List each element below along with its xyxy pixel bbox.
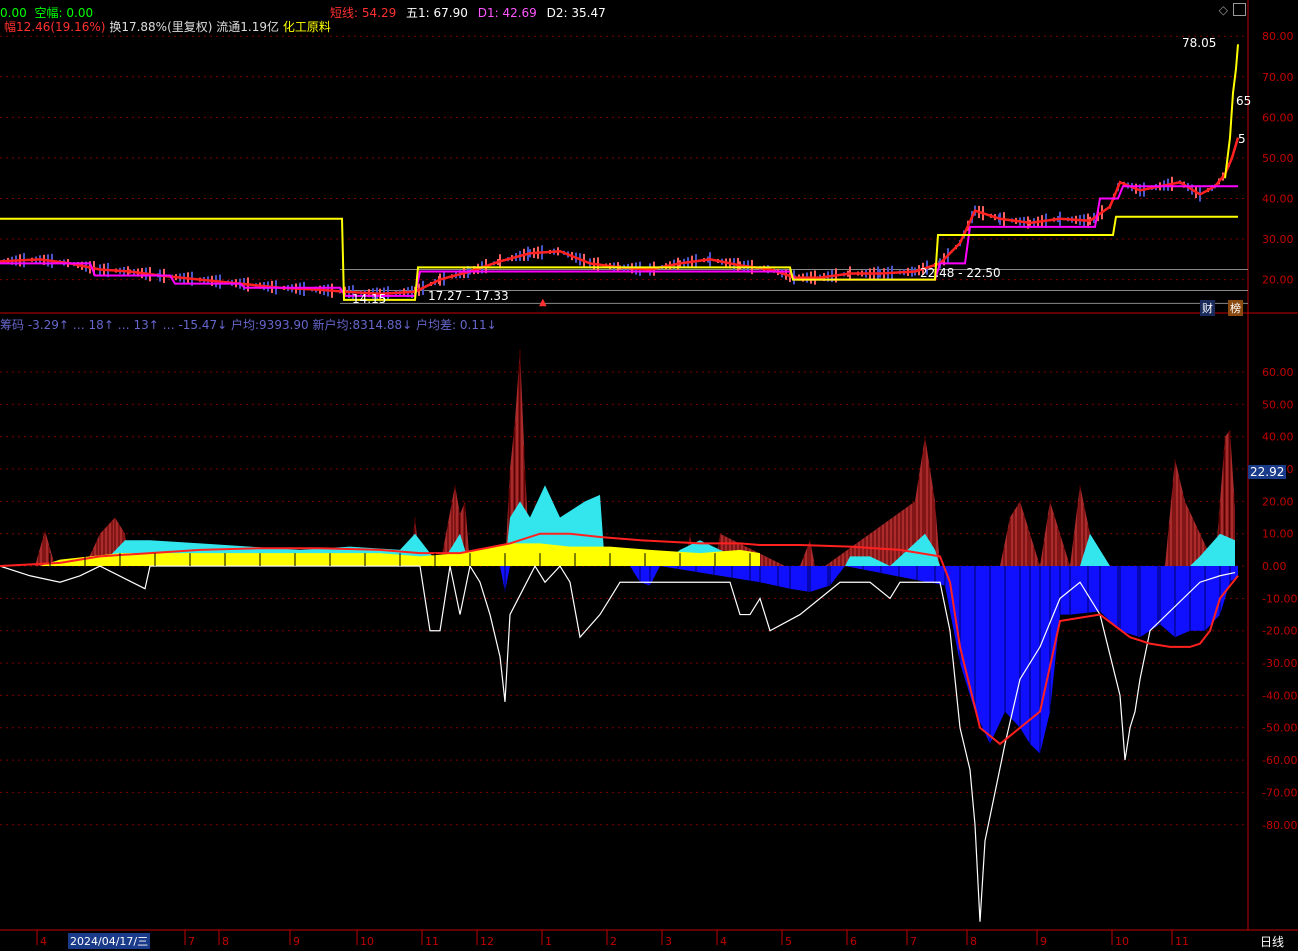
month-tick-label: 11 — [1175, 935, 1189, 948]
price-tick-label: 30.00 — [1262, 233, 1294, 246]
month-tick-label: 9 — [293, 935, 300, 948]
month-tick-label: 11 — [425, 935, 439, 948]
maximize-button[interactable] — [1233, 3, 1246, 16]
month-tick-label: 5 — [785, 935, 792, 948]
current-value-tag: 22.92 — [1248, 465, 1287, 479]
month-tick-label: 7 — [910, 935, 917, 948]
indicator-tick-label: 40.00 — [1262, 431, 1294, 444]
indicator-tick-label: -60.00 — [1262, 754, 1297, 767]
d1-label: D1: 42.69 — [477, 6, 537, 20]
indicator-tick-label: -30.00 — [1262, 657, 1297, 670]
month-tick-label: 4 — [40, 935, 47, 948]
turnover-label: 换17.88%(里复权) — [109, 20, 213, 34]
indicator-tick-label: 0.00 — [1262, 560, 1287, 573]
range-label-2: 22.48 - 22.50 — [920, 266, 1001, 280]
cursor-date-label: 2024/04/17/三 — [68, 933, 151, 949]
diamond-icon[interactable]: ◇ — [1219, 3, 1228, 17]
sector-label: 化工原料 — [282, 20, 331, 34]
month-tick-label: 12 — [480, 935, 494, 948]
up-arrow-marker: ▲ — [539, 297, 547, 308]
high-price-label: 78.05 — [1182, 36, 1217, 50]
price-tick-label: 20.00 — [1262, 274, 1294, 287]
stock-chart[interactable]: 20.0030.0040.0050.0060.0070.0080.0060.00… — [0, 0, 1298, 951]
indicator-tick-label: -20.00 — [1262, 625, 1297, 638]
range-label: 幅12.46(19.16%) — [4, 20, 106, 34]
indicator-tick-label: -10.00 — [1262, 592, 1297, 605]
month-tick-label: 8 — [222, 935, 229, 948]
price-tick-label: 70.00 — [1262, 71, 1294, 84]
indicator-header: 筹码 -3.29↑ … 18↑ … 13↑ … -15.47↓ 户均:9393.… — [0, 318, 497, 332]
short-label: 短线: 54.29 — [330, 6, 397, 20]
d2-label: D2: 35.47 — [546, 6, 606, 20]
indicator-tick-label: -70.00 — [1262, 786, 1297, 799]
month-tick-label: 10 — [360, 935, 374, 948]
month-tick-label: 7 — [188, 935, 195, 948]
indicator-tick-label: 20.00 — [1262, 495, 1294, 508]
bang-button[interactable]: 榜 — [1228, 300, 1243, 316]
side-label-65: 65 — [1236, 94, 1252, 108]
month-tick-label: 3 — [665, 935, 672, 948]
range-label-1: 17.27 - 17.33 — [428, 289, 509, 303]
indicator-tick-label: -40.00 — [1262, 689, 1297, 702]
five-label: 五1: 67.90 — [406, 6, 468, 20]
indicator-tick-label: -50.00 — [1262, 722, 1297, 735]
price-tick-label: 50.00 — [1262, 152, 1294, 165]
month-tick-label: 8 — [970, 935, 977, 948]
month-tick-label: 4 — [720, 935, 727, 948]
month-tick-label: 6 — [850, 935, 857, 948]
side-label-5: 5 — [1238, 132, 1246, 146]
indicator-tick-label: 10.00 — [1262, 528, 1294, 541]
price-tick-label: 80.00 — [1262, 30, 1294, 43]
period-button[interactable]: 日线 — [1258, 933, 1286, 950]
background — [0, 0, 1298, 951]
month-tick-label: 1 — [545, 935, 552, 948]
cai-button[interactable]: 财 — [1200, 300, 1215, 316]
indicator-tick-label: -80.00 — [1262, 819, 1297, 832]
price-tick-label: 60.00 — [1262, 111, 1294, 124]
month-tick-label: 10 — [1115, 935, 1129, 948]
price-tick-label: 40.00 — [1262, 192, 1294, 205]
indicator-tick-label: 50.00 — [1262, 398, 1294, 411]
low-price-label: 14.15 — [352, 292, 387, 306]
month-tick-label: 9 — [1040, 935, 1047, 948]
month-tick-label: 2 — [610, 935, 617, 948]
float-label: 流通1.19亿 — [216, 20, 279, 34]
indicator-tick-label: 60.00 — [1262, 366, 1294, 379]
